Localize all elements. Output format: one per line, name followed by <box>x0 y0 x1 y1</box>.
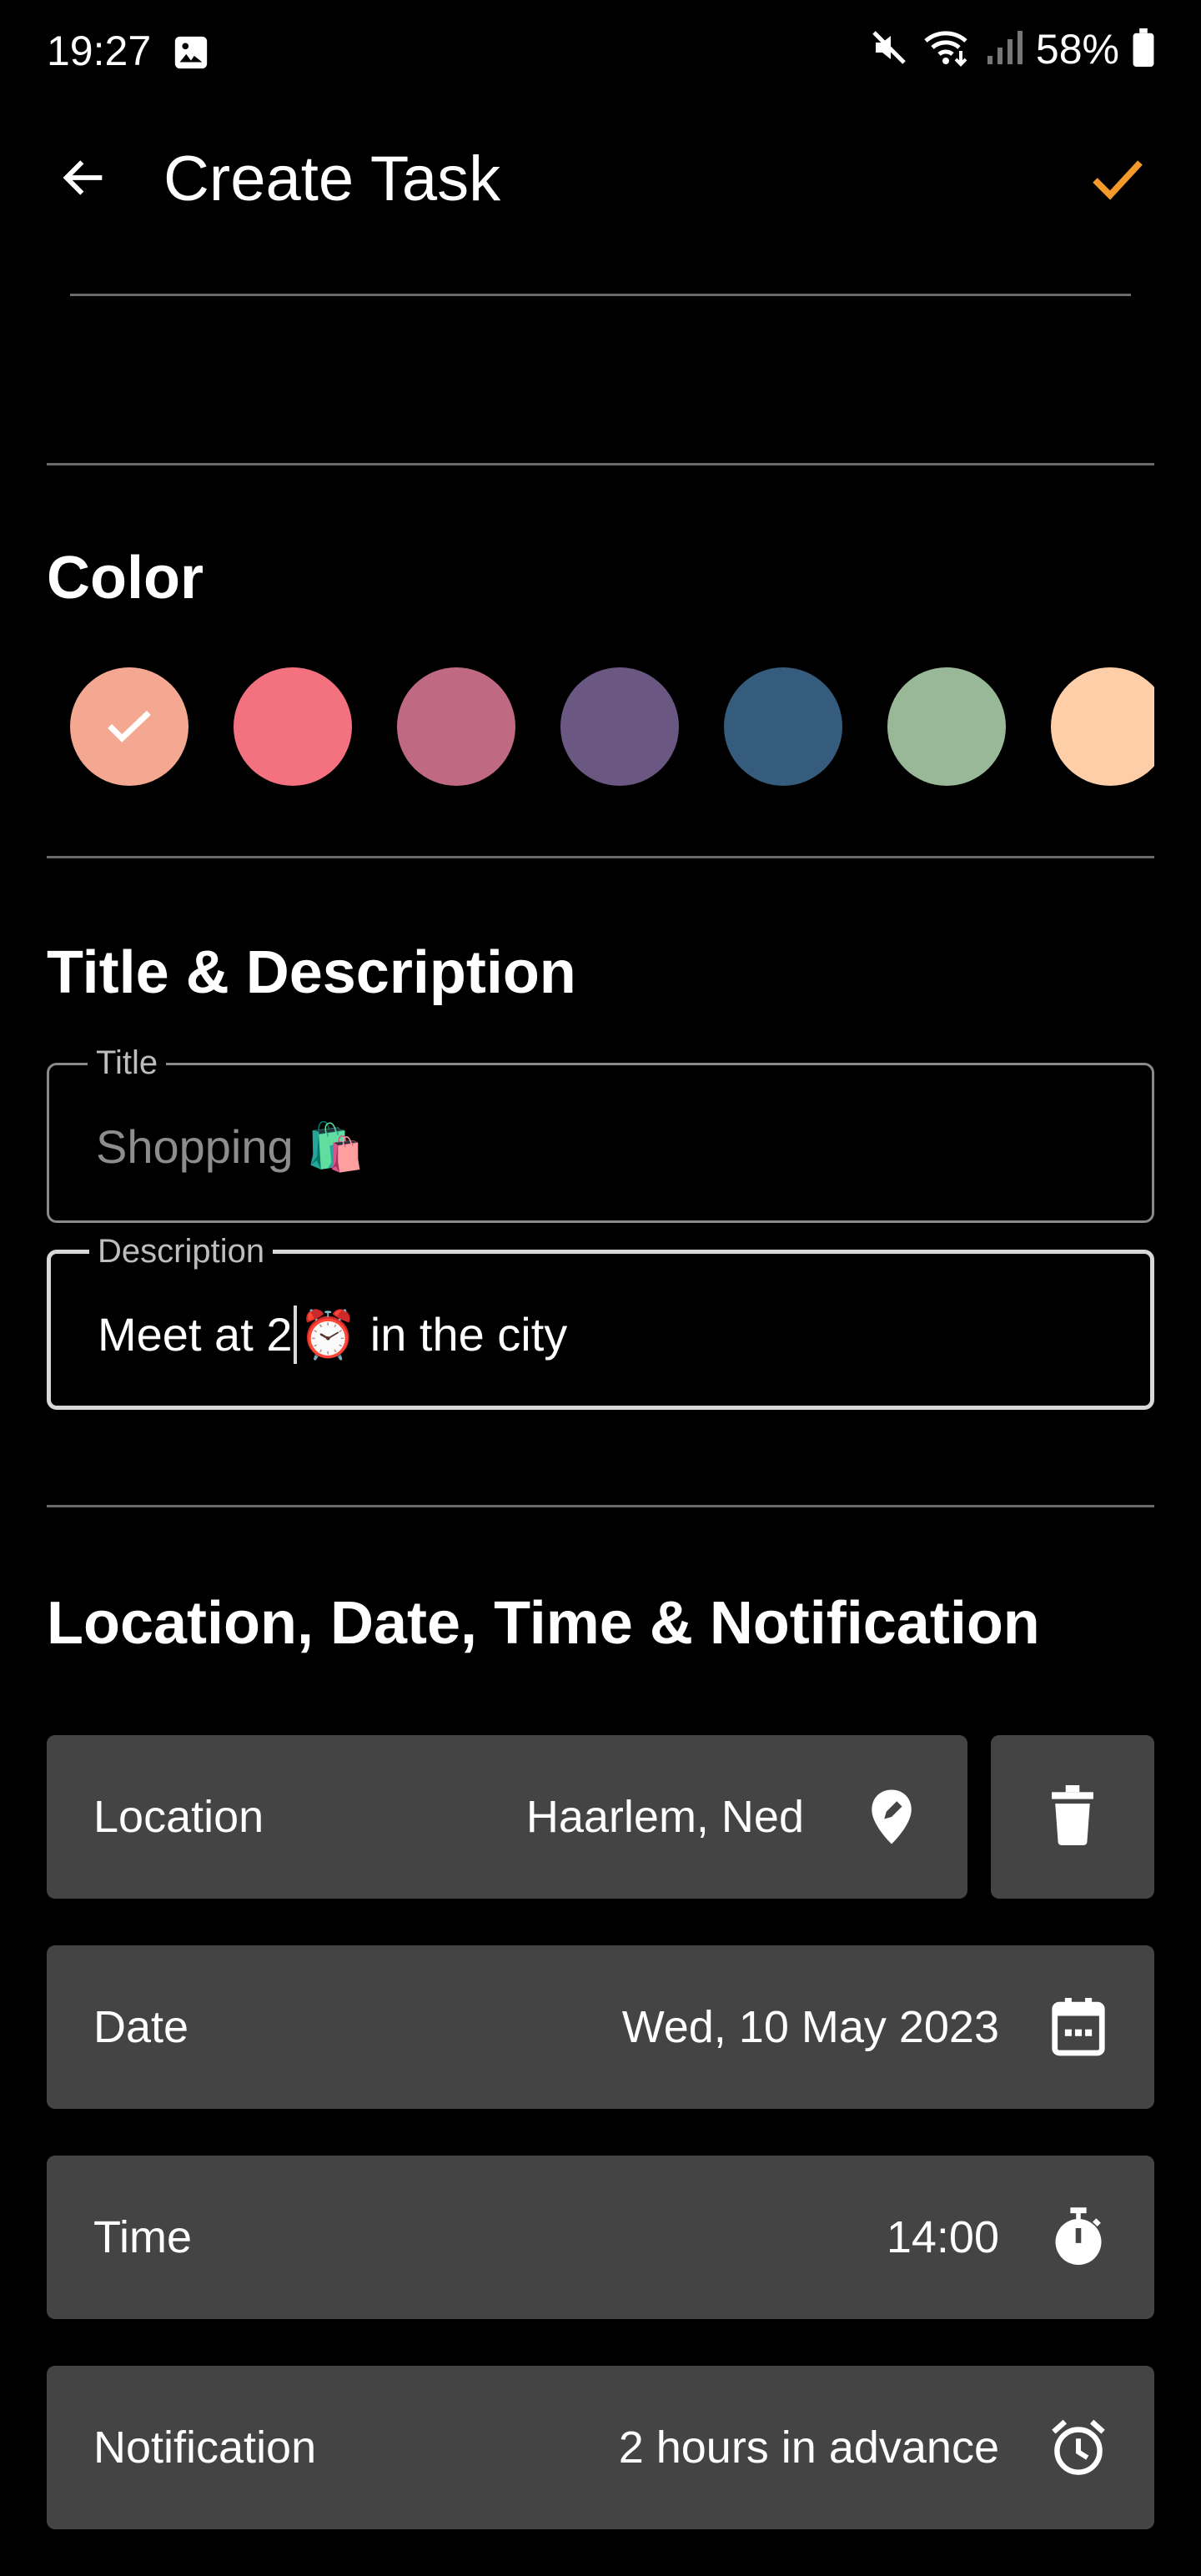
check-icon <box>100 696 158 758</box>
calendar-icon <box>1049 1998 1108 2056</box>
title-field[interactable]: Title Shopping 🛍️ <box>47 1044 1154 1223</box>
color-swatch[interactable] <box>724 667 842 786</box>
location-label: Location <box>93 1792 264 1842</box>
description-text-after: ⏰ in the city <box>299 1308 568 1361</box>
details-section-title: Location, Date, Time & Notification <box>47 1590 1040 1657</box>
notification-label: Notification <box>93 2423 317 2473</box>
color-swatch-row <box>0 667 1154 788</box>
notification-row[interactable]: Notification 2 hours in advance <box>47 2366 1154 2529</box>
gallery-icon <box>172 33 210 72</box>
back-button[interactable] <box>47 142 122 217</box>
mute-icon <box>869 28 909 72</box>
time-value: 14:00 <box>886 2212 999 2262</box>
color-swatch[interactable] <box>560 667 679 786</box>
battery-percent: 58% <box>1035 26 1119 73</box>
trash-icon <box>1048 1784 1097 1849</box>
date-label: Date <box>93 2002 189 2052</box>
color-swatch[interactable] <box>70 667 188 786</box>
section-divider <box>47 463 1154 465</box>
title-section-title: Title & Description <box>47 939 576 1006</box>
description-text-before: Meet at 2 <box>98 1308 293 1361</box>
signal-icon <box>986 28 1023 72</box>
description-input[interactable]: Meet at 2 ⏰ in the city <box>98 1306 567 1364</box>
description-field-label: Description <box>89 1232 274 1270</box>
delete-location-button[interactable] <box>991 1735 1154 1899</box>
top-divider <box>70 294 1131 296</box>
app-bar: Create Task <box>0 125 1201 234</box>
time-row[interactable]: Time 14:00 <box>47 2156 1154 2319</box>
notification-value: 2 hours in advance <box>618 2423 999 2473</box>
color-swatch[interactable] <box>234 667 352 786</box>
save-task-button[interactable] <box>1076 142 1159 217</box>
location-value: Haarlem, Ned <box>525 1792 804 1842</box>
battery-icon <box>1133 28 1154 71</box>
time-label: Time <box>93 2212 192 2262</box>
status-right: 58% <box>869 25 1154 73</box>
check-icon <box>1088 148 1148 212</box>
alarm-clock-icon <box>1049 2418 1108 2477</box>
wifi-icon <box>922 28 972 72</box>
stopwatch-icon <box>1049 2207 1108 2267</box>
status-bar: 19:27 58% <box>0 0 1201 104</box>
color-swatch[interactable] <box>397 667 515 786</box>
status-time: 19:27 <box>47 28 152 74</box>
section-divider <box>47 1505 1154 1507</box>
text-caret <box>294 1306 298 1364</box>
color-section-title: Color <box>47 545 204 611</box>
title-input[interactable]: Shopping 🛍️ <box>96 1120 364 1174</box>
page-title: Create Task <box>163 143 501 214</box>
date-row[interactable]: Date Wed, 10 May 2023 <box>47 1945 1154 2109</box>
color-swatch[interactable] <box>887 667 1006 786</box>
description-field[interactable]: Description Meet at 2 ⏰ in the city <box>47 1232 1154 1410</box>
arrow-left-icon <box>58 151 111 209</box>
date-value: Wed, 10 May 2023 <box>621 2002 999 2052</box>
color-swatch[interactable] <box>1051 667 1154 786</box>
section-divider <box>47 856 1154 858</box>
title-field-label: Title <box>88 1044 167 1082</box>
location-pin-icon <box>862 1788 921 1846</box>
location-row[interactable]: Location Haarlem, Ned <box>47 1735 967 1899</box>
